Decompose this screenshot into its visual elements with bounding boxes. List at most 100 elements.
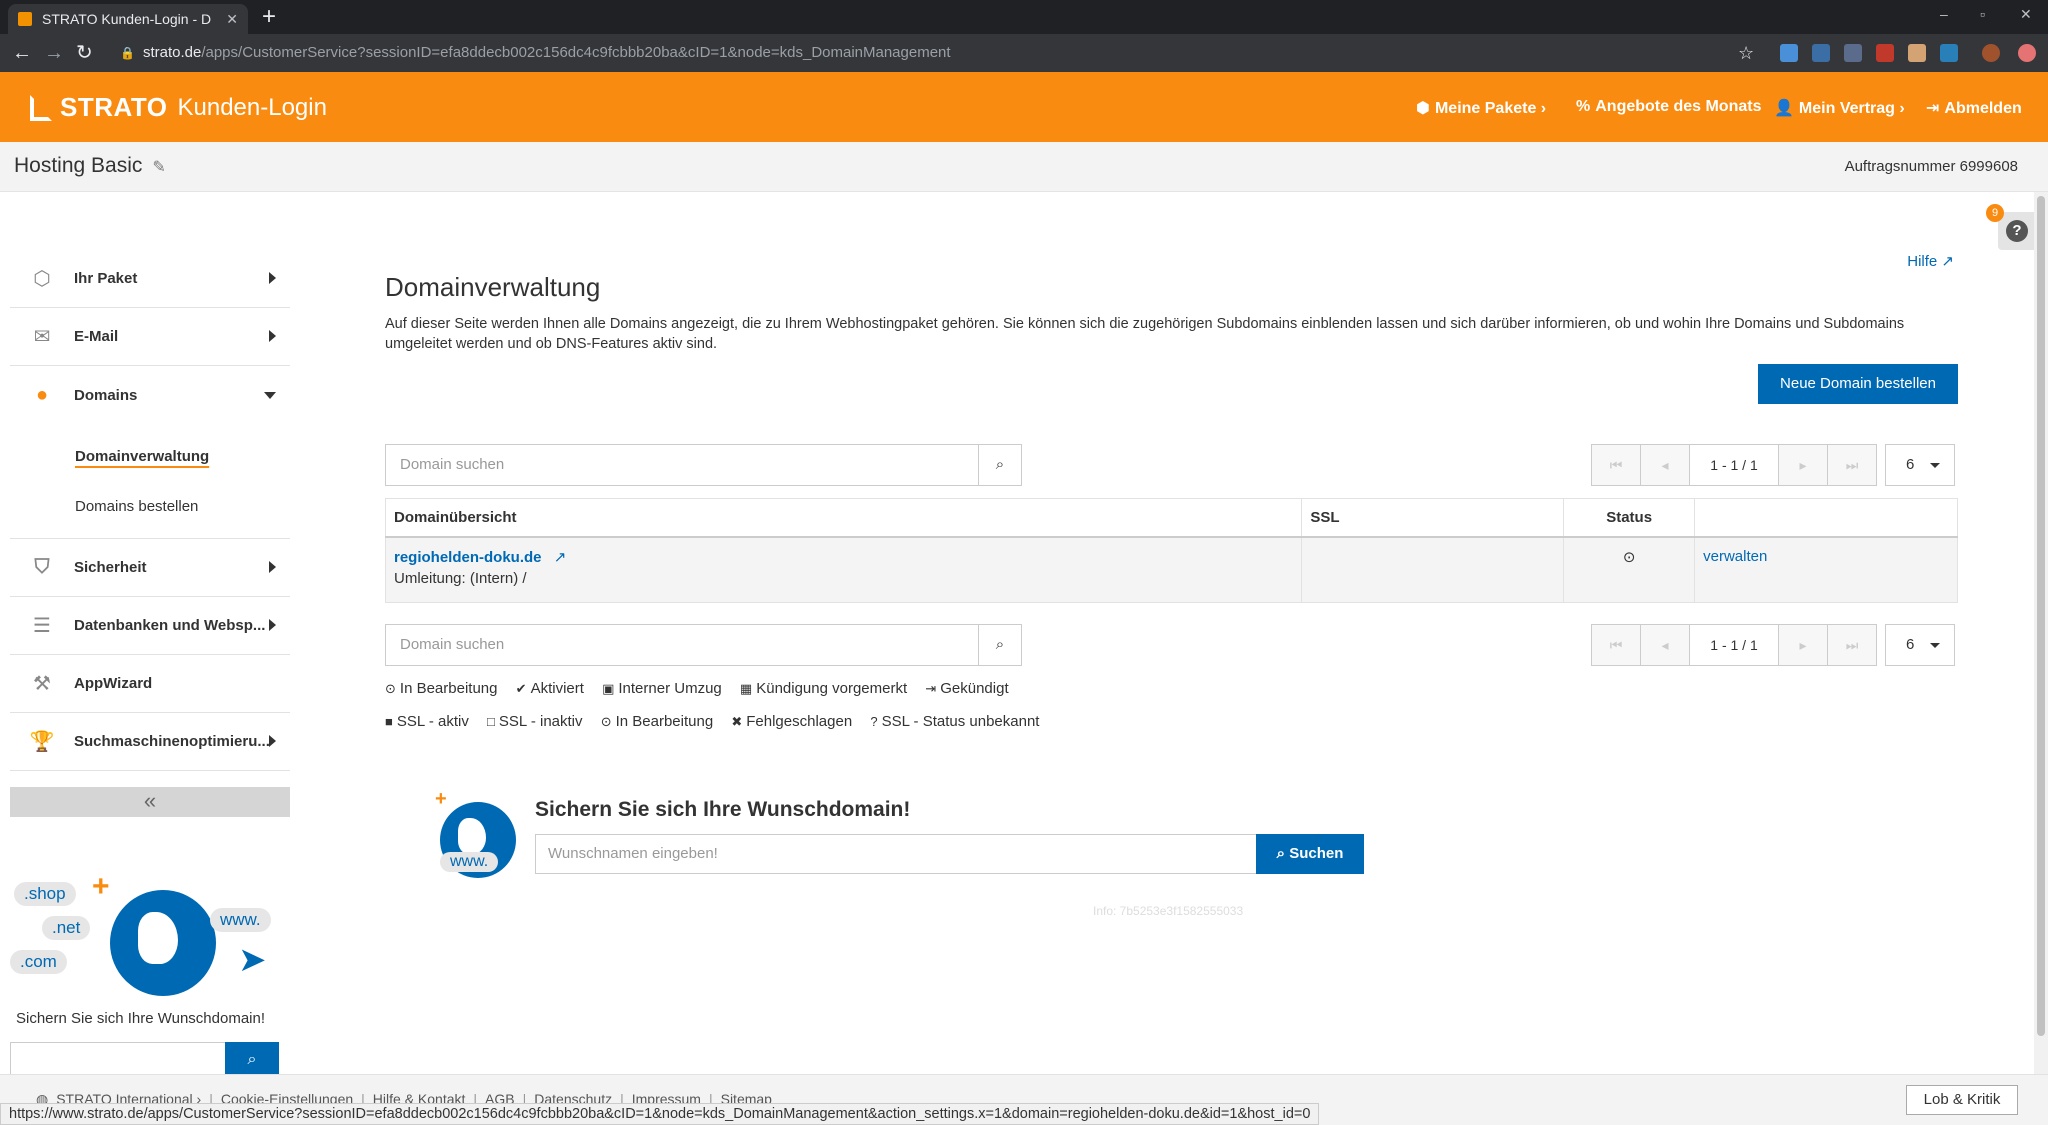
legend-item: ⊙ In Bearbeitung <box>600 713 714 730</box>
bookmark-star-icon[interactable]: ☆ <box>1738 40 1754 66</box>
sidebar-domain-input[interactable] <box>10 1042 225 1078</box>
lock-icon: 🔒 <box>120 46 135 60</box>
page-size-select[interactable]: 6 <box>1885 624 1955 666</box>
wish-domain-input[interactable]: Wunschnamen eingeben! <box>535 834 1257 874</box>
sidebar-item-label: E-Mail <box>74 328 119 345</box>
window-close-icon[interactable]: ✕ <box>2020 6 2032 23</box>
legend-item: ⇥ Gekündigt <box>925 680 1009 697</box>
scrollbar-thumb[interactable] <box>2037 196 2045 1036</box>
logout-icon: ⇥ <box>1926 100 1940 117</box>
wish-search-button[interactable]: ⌕ Suchen <box>1256 834 1364 874</box>
collapse-sidebar-button[interactable]: « <box>10 787 290 817</box>
browser-tab[interactable]: STRATO Kunden-Login - D ✕ <box>8 4 248 34</box>
legend-item: ? SSL - Status unbekannt <box>870 713 1040 730</box>
sidebar-search-button[interactable]: ⌕ <box>225 1042 279 1078</box>
sidebar-item-appwizard[interactable]: ⚒ AppWizard <box>10 655 290 713</box>
page-scrollbar[interactable] <box>2034 192 2048 1074</box>
sidebar-subitem-domainverwaltung[interactable]: Domainverwaltung <box>10 432 290 482</box>
pencil-icon[interactable]: ✎ <box>152 159 165 176</box>
caret-down-icon <box>264 392 276 399</box>
sidebar-item-seo[interactable]: 🏆 Suchmaschinenoptimieru... <box>10 713 290 771</box>
sidebar-item-sicherheit[interactable]: ⛉ Sicherheit <box>10 539 290 597</box>
globe-illustration <box>110 890 216 996</box>
next-page-button[interactable]: ▸ <box>1778 624 1828 666</box>
nav-abmelden[interactable]: ⇥ Abmelden <box>1926 98 2022 118</box>
user-icon: 👤 <box>1774 100 1794 117</box>
help-widget[interactable]: ? <box>1998 212 2036 250</box>
domain-link[interactable]: regiohelden-doku.de <box>394 549 542 566</box>
order-number: Auftragsnummer 6999608 <box>1844 158 2018 175</box>
brand-subtitle: Kunden-Login <box>177 93 327 121</box>
legend-item: □ SSL - inaktiv <box>487 713 583 730</box>
package-title: Hosting Basic <box>14 154 143 177</box>
prev-page-button[interactable]: ◂ <box>1640 444 1690 486</box>
next-page-button[interactable]: ▸ <box>1778 444 1828 486</box>
help-link[interactable]: Hilfe ↗ <box>1907 252 1954 270</box>
search-button[interactable]: ⌕ <box>978 625 1021 665</box>
restore-icon[interactable]: ▫ <box>1980 6 1985 22</box>
forward-icon[interactable]: → <box>44 40 64 66</box>
page-size-select[interactable]: 6 <box>1885 444 1955 486</box>
sidebar-item-email[interactable]: ✉ E-Mail <box>10 308 290 366</box>
help-label: Hilfe <box>1907 253 1938 270</box>
update-icon[interactable] <box>2018 44 2036 62</box>
legend-item: ▦ Kündigung vorgemerkt <box>739 680 908 697</box>
package-header: Hosting Basic ✎ Auftragsnummer 6999608 <box>0 142 2048 192</box>
strato-logo[interactable]: STRATO Kunden-Login <box>30 92 327 123</box>
profile-avatar[interactable] <box>1982 44 2000 62</box>
caret-right-icon <box>269 735 276 747</box>
nav-meine-pakete[interactable]: ⬢ Meine Pakete › <box>1416 98 1546 118</box>
domains-submenu: Domainverwaltung Domains bestellen <box>10 424 290 539</box>
wish-search-label: Suchen <box>1289 845 1344 862</box>
first-page-button[interactable]: ⏮ <box>1591 444 1641 486</box>
address-bar: ← → ↻ 🔒 strato.de/apps/CustomerService?se… <box>0 34 2048 72</box>
wish-domain-promo: + www. Sichern Sie sich Ihre Wunschdomai… <box>435 788 1385 902</box>
extension-icon[interactable] <box>1940 44 1958 62</box>
last-page-button[interactable]: ⏭ <box>1827 624 1877 666</box>
cursor-icon: ➤ <box>238 941 267 979</box>
external-link-icon: ↗ <box>1941 253 1954 270</box>
sidebar-item-label: Suchmaschinenoptimieru... <box>74 733 270 750</box>
external-link-icon[interactable]: ↗ <box>554 549 567 566</box>
status-legend: ⊙ In Bearbeitung ✔ Aktiviert ▣ Interner Umz… <box>385 680 1023 697</box>
sidebar-item-datenbanken[interactable]: ☰ Datenbanken und Websp... <box>10 597 290 655</box>
clock-icon: ⊙ <box>1622 548 1636 566</box>
url-field[interactable]: 🔒 strato.de/apps/CustomerService?sessionI… <box>108 39 1808 67</box>
clock-icon: ⊙ <box>385 681 396 696</box>
sidebar-subitem-label: Domains bestellen <box>75 498 199 515</box>
sidebar-item-domains[interactable]: ● Domains <box>10 366 290 424</box>
close-tab-icon[interactable]: ✕ <box>226 11 238 28</box>
legend-item: ⊙ In Bearbeitung <box>385 680 498 697</box>
www-bubble: www. <box>210 908 271 932</box>
domain-search-input[interactable]: Domain suchen <box>386 445 978 485</box>
domain-search-input[interactable]: Domain suchen <box>386 625 978 665</box>
first-page-button[interactable]: ⏮ <box>1591 624 1641 666</box>
nav-angebote[interactable]: % Angebote des Monats <box>1576 98 1761 116</box>
sidebar-item-ihr-paket[interactable]: ⬡ Ihr Paket <box>10 250 290 308</box>
manage-link[interactable]: verwalten <box>1703 548 1767 565</box>
new-tab-icon[interactable]: + <box>262 4 276 30</box>
last-page-button[interactable]: ⏭ <box>1827 444 1877 486</box>
sidebar-subitem-label: Domainverwaltung <box>75 448 210 465</box>
extension-icon[interactable] <box>1844 44 1862 62</box>
question-icon: ? <box>2006 220 2028 242</box>
legend-item: ✖ Fehlgeschlagen <box>731 713 853 730</box>
extension-icon[interactable] <box>1812 44 1830 62</box>
extension-icon[interactable] <box>1876 44 1894 62</box>
extension-icon[interactable] <box>1908 44 1926 62</box>
nav-mein-vertrag[interactable]: 👤 Mein Vertrag › <box>1774 98 1905 118</box>
sidebar-subitem-domains-bestellen[interactable]: Domains bestellen <box>10 482 290 532</box>
search-button[interactable]: ⌕ <box>978 445 1021 485</box>
sidebar-item-label: Domains <box>74 386 138 404</box>
prev-page-button[interactable]: ◂ <box>1640 624 1690 666</box>
strato-favicon-icon <box>18 12 32 26</box>
ssl-cell <box>1301 536 1565 603</box>
minimize-icon[interactable]: – <box>1940 6 1948 22</box>
caret-right-icon <box>269 619 276 631</box>
extension-icon[interactable] <box>1780 44 1798 62</box>
feedback-button[interactable]: Lob & Kritik <box>1906 1085 2018 1115</box>
reload-icon[interactable]: ↻ <box>76 40 93 66</box>
caret-right-icon <box>269 561 276 573</box>
new-domain-button[interactable]: Neue Domain bestellen <box>1758 364 1958 404</box>
back-icon[interactable]: ← <box>12 40 32 66</box>
